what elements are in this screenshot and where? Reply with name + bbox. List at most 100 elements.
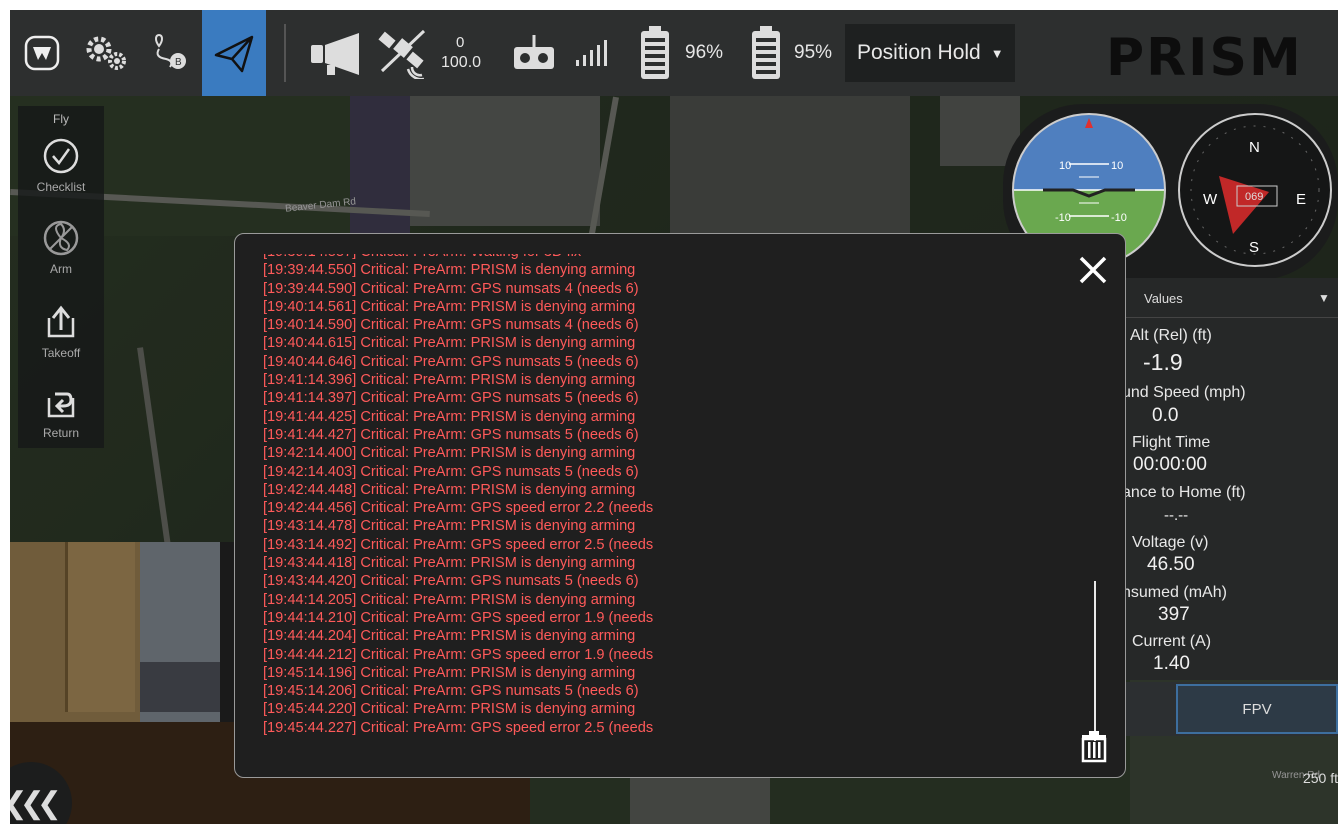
- takeoff-button[interactable]: Takeoff: [18, 302, 104, 382]
- vehicle-messages-dialog: [19:39:14.557] Critical: PreArm: Waiting…: [234, 233, 1126, 778]
- log-line: [19:40:14.590] Critical: PreArm: GPS num…: [263, 317, 639, 334]
- messages-button[interactable]: [302, 10, 374, 96]
- value-reading: --.--: [1164, 507, 1189, 524]
- satellite-count: 0: [456, 34, 465, 51]
- log-line: [19:44:14.205] Critical: PreArm: PRISM i…: [263, 591, 636, 608]
- log-line: [19:39:44.550] Critical: PreArm: PRISM i…: [263, 262, 636, 279]
- compass-west: W: [1203, 191, 1218, 208]
- checklist-label: Checklist: [36, 180, 86, 194]
- gears-icon: [86, 36, 126, 70]
- value-reading: 00:00:00: [1133, 454, 1207, 475]
- log-line: [19:39:44.590] Critical: PreArm: GPS num…: [263, 280, 639, 297]
- plan-button[interactable]: B: [138, 10, 202, 96]
- hdop-value: 100.0: [441, 54, 482, 71]
- clear-messages-button[interactable]: [1079, 729, 1109, 763]
- ground-control-screen: Beaver Dam Rd Warren Rd B 0 100.0 96% 95…: [10, 10, 1338, 824]
- value-reading: 0.0: [1152, 405, 1179, 426]
- log-line: [19:44:14.210] Critical: PreArm: GPS spe…: [263, 609, 654, 626]
- satellite-icon: [378, 29, 426, 79]
- map-scale: 250 ft: [1302, 770, 1338, 786]
- top-toolbar: B 0 100.0 96% 95% Position Hold ▼ PRISM: [10, 10, 1338, 96]
- log-line: [19:43:14.478] Critical: PreArm: PRISM i…: [263, 518, 636, 535]
- value-label: Voltage (v): [1132, 534, 1209, 551]
- propeller-icon: [43, 220, 79, 256]
- compass-north: N: [1249, 139, 1260, 156]
- fly-view-button[interactable]: [202, 10, 266, 96]
- value-reading: 1.40: [1153, 653, 1190, 674]
- compass-south: S: [1249, 239, 1259, 256]
- flight-mode-select[interactable]: Position Hold ▼: [845, 24, 1015, 82]
- app-logo-icon: [24, 35, 60, 71]
- app-menu-button[interactable]: [10, 10, 74, 96]
- log-line: [19:42:44.448] Critical: PreArm: PRISM i…: [263, 481, 636, 498]
- pitch-label-down: -10: [1055, 212, 1071, 224]
- fly-toolstrip: Fly Checklist Arm Takeoff Return: [18, 106, 104, 448]
- rc-transmitter-icon: [514, 35, 554, 69]
- value-label: Flight Time: [1132, 434, 1211, 451]
- value-reading: 397: [1158, 604, 1190, 625]
- rc-status-button[interactable]: [508, 10, 560, 96]
- log-line: [19:42:14.400] Critical: PreArm: PRISM i…: [263, 445, 636, 462]
- value-label: Alt (Rel) (ft): [1130, 327, 1212, 344]
- rc-signal-indicator: [570, 10, 612, 96]
- battery-icon: [641, 26, 669, 79]
- route-icon: B: [154, 33, 186, 69]
- takeoff-icon: [47, 305, 75, 338]
- svg-text:B: B: [175, 57, 182, 68]
- log-line: [19:43:44.420] Critical: PreArm: GPS num…: [263, 573, 639, 590]
- return-icon: [47, 392, 75, 418]
- signal-bars-icon: [576, 40, 607, 66]
- checklist-button[interactable]: Checklist: [18, 136, 104, 216]
- values-panel-header[interactable]: Values ▼: [1124, 278, 1338, 318]
- log-line: [19:44:44.212] Critical: PreArm: GPS spe…: [263, 646, 654, 663]
- pitch-label-up: 10: [1111, 160, 1123, 172]
- log-line: [19:45:44.227] Critical: PreArm: GPS spe…: [263, 719, 654, 736]
- battery1-button[interactable]: [632, 10, 678, 96]
- log-line: [19:42:44.456] Critical: PreArm: GPS spe…: [263, 500, 654, 517]
- takeoff-label: Takeoff: [41, 346, 81, 360]
- log-line: [19:42:14.403] Critical: PreArm: GPS num…: [263, 463, 639, 480]
- flight-mode-label: Position Hold: [857, 41, 981, 64]
- value-label: Current (A): [1132, 633, 1212, 650]
- megaphone-icon: [311, 33, 359, 75]
- battery2-percent: 95%: [794, 42, 833, 63]
- log-line: [19:41:14.396] Critical: PreArm: PRISM i…: [263, 372, 636, 389]
- trash-icon: [1081, 731, 1107, 763]
- log-line: [19:45:44.220] Critical: PreArm: PRISM i…: [263, 701, 636, 718]
- brand-logo: PRISM: [1106, 28, 1303, 88]
- values-panel-title: Values: [1144, 291, 1183, 306]
- log-line: [19:41:44.425] Critical: PreArm: PRISM i…: [263, 408, 636, 425]
- arm-label: Arm: [50, 262, 72, 276]
- log-line: [19:40:44.615] Critical: PreArm: PRISM i…: [263, 335, 636, 352]
- message-log-list[interactable]: [19:39:14.557] Critical: PreArm: Waiting…: [263, 254, 1063, 754]
- battery1-percent: 96%: [685, 42, 724, 63]
- log-line: [19:43:44.418] Critical: PreArm: PRISM i…: [263, 555, 636, 572]
- heading-readout: 069: [1245, 191, 1263, 203]
- compass-east: E: [1296, 191, 1306, 208]
- fpv-button[interactable]: FPV: [1176, 684, 1338, 734]
- battery2-button[interactable]: [743, 10, 789, 96]
- log-scrollbar[interactable]: [1094, 581, 1096, 741]
- log-line: [19:43:14.492] Critical: PreArm: GPS spe…: [263, 536, 654, 553]
- log-line: [19:44:44.204] Critical: PreArm: PRISM i…: [263, 628, 636, 645]
- check-circle-icon: [43, 138, 79, 174]
- battery-icon: [752, 26, 780, 79]
- return-button[interactable]: Return: [18, 382, 104, 462]
- value-reading: 46.50: [1147, 554, 1195, 575]
- close-button[interactable]: [1075, 252, 1111, 288]
- value-label: und Speed (mph): [1124, 384, 1246, 401]
- log-line: [19:41:44.427] Critical: PreArm: GPS num…: [263, 426, 639, 443]
- paper-plane-icon: [214, 35, 254, 73]
- log-line: [19:40:44.646] Critical: PreArm: GPS num…: [263, 353, 639, 370]
- value-reading: -1.9: [1143, 349, 1183, 375]
- settings-button[interactable]: [74, 10, 138, 96]
- value-label: nsumed (mAh): [1124, 584, 1227, 601]
- gps-status-button[interactable]: [376, 10, 436, 96]
- log-line: [19:45:14.196] Critical: PreArm: PRISM i…: [263, 664, 636, 681]
- log-line: [19:39:14.557] Critical: PreArm: Waiting…: [263, 254, 1063, 261]
- value-label: ance to Home (ft): [1124, 484, 1246, 501]
- chevron-down-icon: ▼: [990, 45, 1004, 61]
- double-chevron-left-icon: ❮❮❮: [10, 786, 62, 820]
- arm-button[interactable]: Arm: [18, 218, 104, 298]
- fly-panel-title: Fly: [53, 112, 69, 126]
